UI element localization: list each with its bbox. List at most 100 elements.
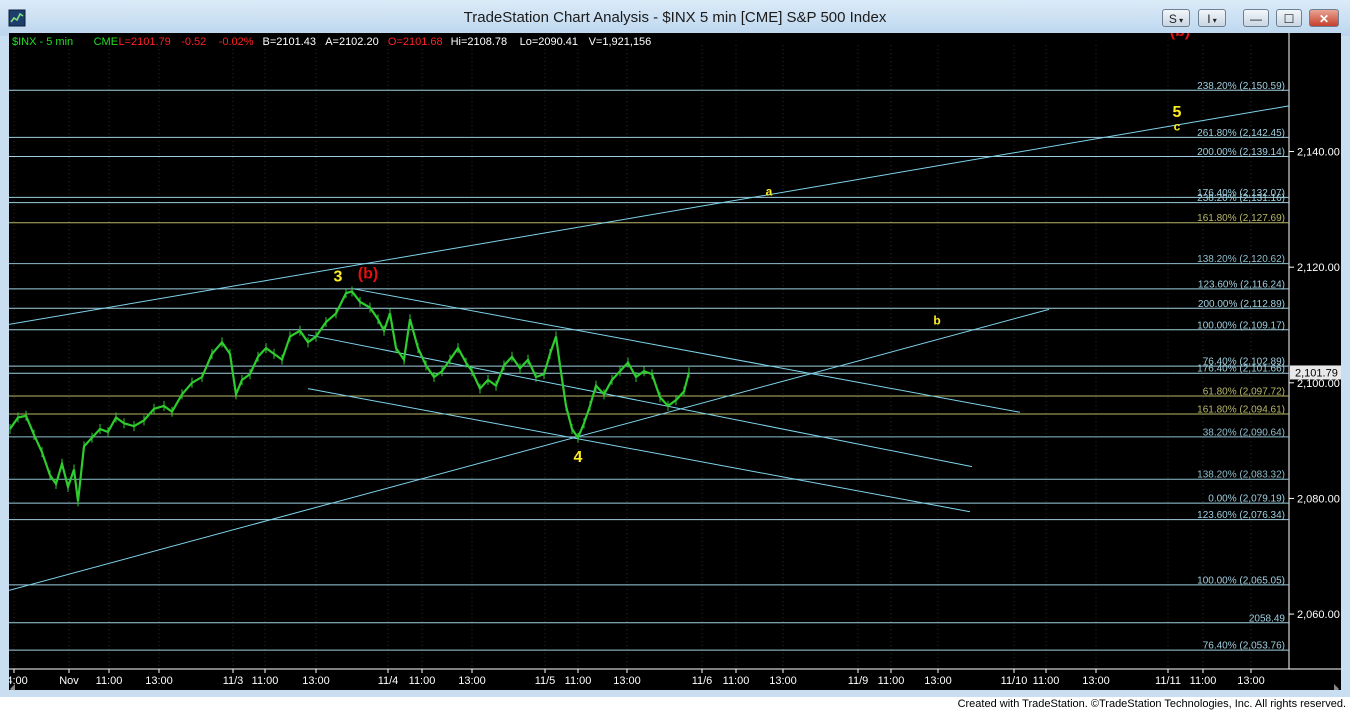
wave-labels: (b) 5c a 3 (b) b 4 [334,33,1191,466]
symbol-bar-item: B=2101.43 [263,36,317,48]
fib-level-label: 38.20% (2,090.64) [1203,427,1285,438]
time-tick-label: 13:00 [924,675,952,687]
time-tick-label: 11/9 [848,675,869,687]
fib-level-label: 100.00% (2,109.17) [1197,320,1285,331]
fib-level-label: 138.20% (2,120.62) [1197,254,1285,265]
wave-label: 3 [334,269,343,286]
symbol-bar-item: Hi=2108.78 [451,36,508,48]
wave-label: (b) [1170,33,1190,40]
symbol-bar-item: -0.52 [181,36,206,48]
symbol-bar-item: -0.02% [219,36,254,48]
copyright-credit: Created with TradeStation. ©TradeStation… [957,698,1346,710]
fib-level-label: 61.80% (2,097.72) [1203,386,1285,397]
chart-canvas[interactable]: 238.20% (2,150.59) 261.80% (2,142.45) 200.… [9,33,1341,690]
symbol-data-bar: $INX - 5 min CME L=2101.79 -0.52 -0.02% B=210… [12,36,651,48]
fib-level-label: 123.60% (2,076.34) [1197,510,1285,521]
last-price-label: 2,101.79 [1295,367,1338,379]
wave-label: a [766,184,773,198]
fib-level-label: 138.20% (2,083.32) [1197,470,1285,481]
trendline [9,308,1050,591]
trendlines [9,105,1290,591]
time-tick-label: 11:00 [878,675,905,687]
time-tick-label: 13:00 [302,675,330,687]
time-tick-label: 11/11 [1155,675,1181,687]
trendline [351,288,1021,413]
fib-level-label: 161.80% (2,094.61) [1197,404,1285,415]
interval-link-button[interactable]: I ▾ [1198,9,1226,27]
maximize-button[interactable]: ☐ [1276,9,1302,27]
price-chart[interactable]: 238.20% (2,150.59) 261.80% (2,142.45) 200.… [9,33,1341,690]
time-tick-label: 11:00 [96,675,123,687]
fib-level-label: 0.00% (2,079.19) [1208,494,1285,505]
wave-label: 5 [1173,104,1182,121]
fib-level-label: 2058.49 [1249,613,1286,624]
symbol-link-button[interactable]: S ▾ [1162,9,1190,27]
time-tick-label: Nov [59,675,79,687]
fib-level-label: 161.80% (2,127.69) [1197,213,1285,224]
fib-levels: 238.20% (2,150.59) 261.80% (2,142.45) 200.… [9,81,1289,652]
price-tick-label: 2,100.00 [1297,378,1340,390]
time-tick-label: 11:00 [409,675,436,687]
minimize-icon: — [1250,12,1262,26]
fib-level-label: 261.80% (2,142.45) [1197,128,1285,139]
price-tick-label: 2,060.00 [1297,609,1340,621]
fib-level-label: 176.40% (2,101.66) [1197,364,1285,375]
wave-label: c [1174,120,1181,134]
time-gridlines [13,45,1252,669]
wave-label: 4 [574,449,583,466]
time-tick-label: 11/3 [223,675,244,687]
symbol-bar-item: A=2102.20 [325,36,379,48]
symbol-bar-item: Lo=2090.41 [520,36,578,48]
chevron-down-icon: ▾ [1176,16,1184,25]
time-tick-label: 13:00 [1237,675,1265,687]
fib-level-label: 123.60% (2,116.24) [1198,279,1285,290]
time-tick-label: 14:00 [9,675,28,687]
symbol-bar-item: V=1,921,156 [589,36,652,48]
price-axis[interactable]: 2,140.00 2,120.00 2,100.00 2,080.00 2,060.00… [1289,147,1341,622]
close-button[interactable]: ✕ [1309,9,1339,27]
symbol-bar-item: $INX - 5 min [12,36,73,48]
symbol-bar-item: CME [94,36,118,48]
time-tick-label: 13:00 [145,675,173,687]
title-bar[interactable]: TradeStation Chart Analysis - $INX 5 min… [0,0,1350,36]
time-tick-label: 11/5 [535,675,556,687]
wave-label: b [933,313,940,327]
time-tick-label: 11:00 [565,675,592,687]
trendline [307,334,973,468]
time-tick-label: 11:00 [1033,675,1060,687]
chevron-down-icon: ▾ [1210,16,1217,25]
price-tick-label: 2,120.00 [1297,262,1340,274]
fib-level-label: 76.40% (2,053.76) [1203,641,1285,652]
window-title: TradeStation Chart Analysis - $INX 5 min… [463,9,887,26]
symbol-bar-item: L=2101.79 [119,36,171,48]
time-tick-label: 13:00 [458,675,486,687]
time-tick-label: 13:00 [613,675,641,687]
price-tick-label: 2,140.00 [1297,147,1340,159]
trendline [307,388,971,513]
time-tick-label: 13:00 [769,675,797,687]
minimize-button[interactable]: — [1243,9,1269,27]
time-axis[interactable]: 14:00 Nov 11:00 13:00 11/3 11:00 13:00 11/4 11:0… [9,669,1265,687]
time-tick-label: 13:00 [1082,675,1110,687]
time-tick-label: 11:00 [252,675,279,687]
fib-level-label: 100.00% (2,065.05) [1197,575,1285,586]
time-tick-label: 11:00 [723,675,750,687]
price-tick-label: 2,080.00 [1297,493,1340,505]
wave-label: (b) [358,266,378,283]
fib-level-label: 200.00% (2,112.89) [1198,299,1285,310]
trendline [9,105,1290,325]
symbol-bar-item: O=2101.68 [388,36,443,48]
maximize-icon: ☐ [1283,12,1295,26]
time-tick-label: 11/10 [1001,675,1028,687]
chart-window: TradeStation Chart Analysis - $INX 5 min… [0,0,1350,697]
time-tick-label: 11/6 [692,675,713,687]
close-icon: ✕ [1318,12,1330,26]
fib-level-label: 200.00% (2,139.14) [1197,147,1285,158]
fib-level-label: 238.20% (2,131.16) [1197,193,1285,204]
status-bar: Created with TradeStation. ©TradeStation… [0,697,1350,713]
time-tick-label: 11/4 [378,675,399,687]
symbol-link-label: S [1168,12,1177,26]
fib-level-label: 238.20% (2,150.59) [1197,81,1285,92]
time-tick-label: 11:00 [1190,675,1217,687]
scroll-right-icon[interactable] [1334,684,1339,690]
